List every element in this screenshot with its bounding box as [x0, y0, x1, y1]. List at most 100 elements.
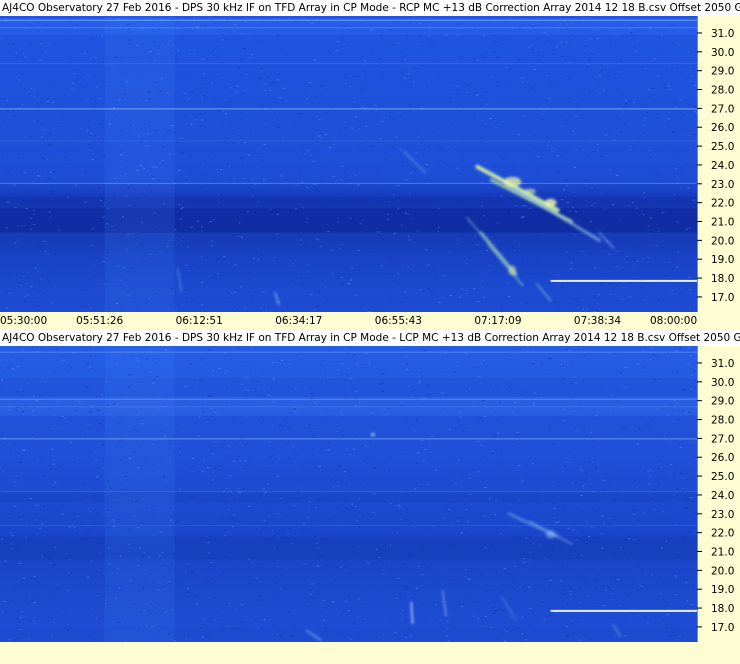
noise-speckle [426, 394, 430, 396]
noise-speckle [422, 132, 424, 134]
noise-speckle [214, 467, 217, 469]
x-tick-label: 05:30:00 [0, 315, 48, 327]
spectrogram-column [104, 346, 175, 642]
noise-speckle [285, 53, 287, 55]
y-tick-label: 18.0 [711, 273, 734, 285]
noise-speckle [139, 445, 141, 447]
noise-speckle [663, 83, 666, 85]
noise-speckle [115, 56, 118, 58]
noise-speckle [158, 250, 161, 252]
noise-speckle [40, 457, 43, 459]
noise-speckle [669, 90, 671, 92]
noise-speckle [300, 359, 303, 360]
noise-speckle [193, 479, 196, 481]
noise-speckle [207, 552, 211, 554]
noise-speckle [195, 603, 198, 605]
noise-speckle [292, 625, 296, 627]
noise-speckle [217, 607, 220, 609]
noise-speckle [151, 176, 155, 178]
noise-speckle [650, 497, 653, 499]
noise-speckle [261, 159, 264, 161]
noise-speckle [270, 231, 273, 233]
rcp-panel-title: AJ4CO Observatory 27 Feb 2016 - DPS 30 k… [0, 0, 740, 16]
noise-speckle [689, 497, 693, 499]
noise-speckle [488, 600, 490, 602]
noise-speckle [499, 306, 503, 308]
noise-speckle [128, 374, 131, 376]
noise-speckle [47, 159, 49, 161]
noise-speckle [188, 270, 191, 272]
noise-speckle [518, 571, 521, 573]
noise-speckle [106, 503, 109, 505]
noise-speckle [101, 575, 104, 576]
y-tick-label: 20.0 [711, 565, 734, 577]
noise-speckle [592, 439, 595, 441]
noise-speckle [612, 557, 615, 559]
noise-speckle [207, 542, 210, 544]
noise-speckle [650, 265, 653, 267]
noise-speckle [0, 388, 4, 390]
noise-speckle [338, 132, 341, 134]
noise-speckle [201, 58, 205, 60]
noise-speckle [62, 359, 65, 361]
noise-speckle [369, 29, 373, 31]
noise-speckle [347, 283, 351, 284]
noise-speckle [211, 245, 214, 247]
noise-speckle [233, 142, 235, 144]
noise-speckle [483, 360, 485, 361]
noise-speckle [174, 452, 176, 453]
noise-speckle [240, 236, 244, 238]
noise-speckle [497, 420, 500, 422]
noise-speckle [285, 101, 288, 103]
noise-speckle [49, 171, 53, 173]
noise-speckle [146, 391, 149, 393]
noise-speckle [413, 16, 415, 18]
noise-speckle [382, 69, 384, 71]
noise-speckle [509, 616, 512, 618]
noise-speckle [364, 111, 367, 113]
noise-speckle [499, 463, 503, 465]
noise-speckle [262, 105, 265, 107]
noise-speckle [237, 66, 240, 68]
noise-speckle [86, 129, 89, 131]
noise-speckle [564, 294, 566, 295]
noise-speckle [644, 520, 646, 522]
noise-speckle [340, 134, 343, 135]
noise-speckle [286, 417, 288, 419]
noise-speckle [309, 501, 311, 503]
noise-speckle [315, 593, 318, 595]
noise-speckle [668, 103, 670, 105]
noise-speckle [494, 243, 496, 245]
noise-speckle [482, 400, 485, 402]
noise-speckle [256, 562, 259, 564]
noise-speckle [656, 80, 659, 82]
noise-speckle [281, 198, 284, 199]
noise-speckle [533, 68, 537, 70]
rcp-spectrogram: 31.030.029.028.027.026.025.024.023.022.0… [0, 16, 740, 312]
noise-speckle [443, 516, 446, 518]
noise-speckle [312, 434, 315, 436]
noise-speckle [174, 310, 177, 312]
noise-speckle [106, 585, 110, 587]
noise-speckle [458, 296, 462, 298]
noise-speckle [499, 533, 502, 535]
noise-speckle [176, 95, 178, 97]
noise-speckle [42, 129, 46, 131]
noise-speckle [621, 298, 624, 300]
noise-speckle [672, 193, 676, 195]
carrier-line [550, 279, 697, 282]
spectrogram-line [0, 525, 697, 527]
noise-speckle [441, 392, 444, 394]
emission-blob [545, 530, 556, 539]
noise-speckle [224, 535, 226, 537]
noise-speckle [272, 401, 276, 403]
noise-speckle [527, 564, 529, 566]
noise-speckle [435, 278, 438, 280]
noise-speckle [50, 617, 54, 619]
noise-speckle [209, 562, 213, 563]
noise-speckle [575, 149, 577, 151]
noise-speckle [501, 637, 503, 638]
noise-speckle [609, 293, 613, 295]
noise-speckle [653, 354, 656, 356]
noise-speckle [268, 89, 272, 91]
